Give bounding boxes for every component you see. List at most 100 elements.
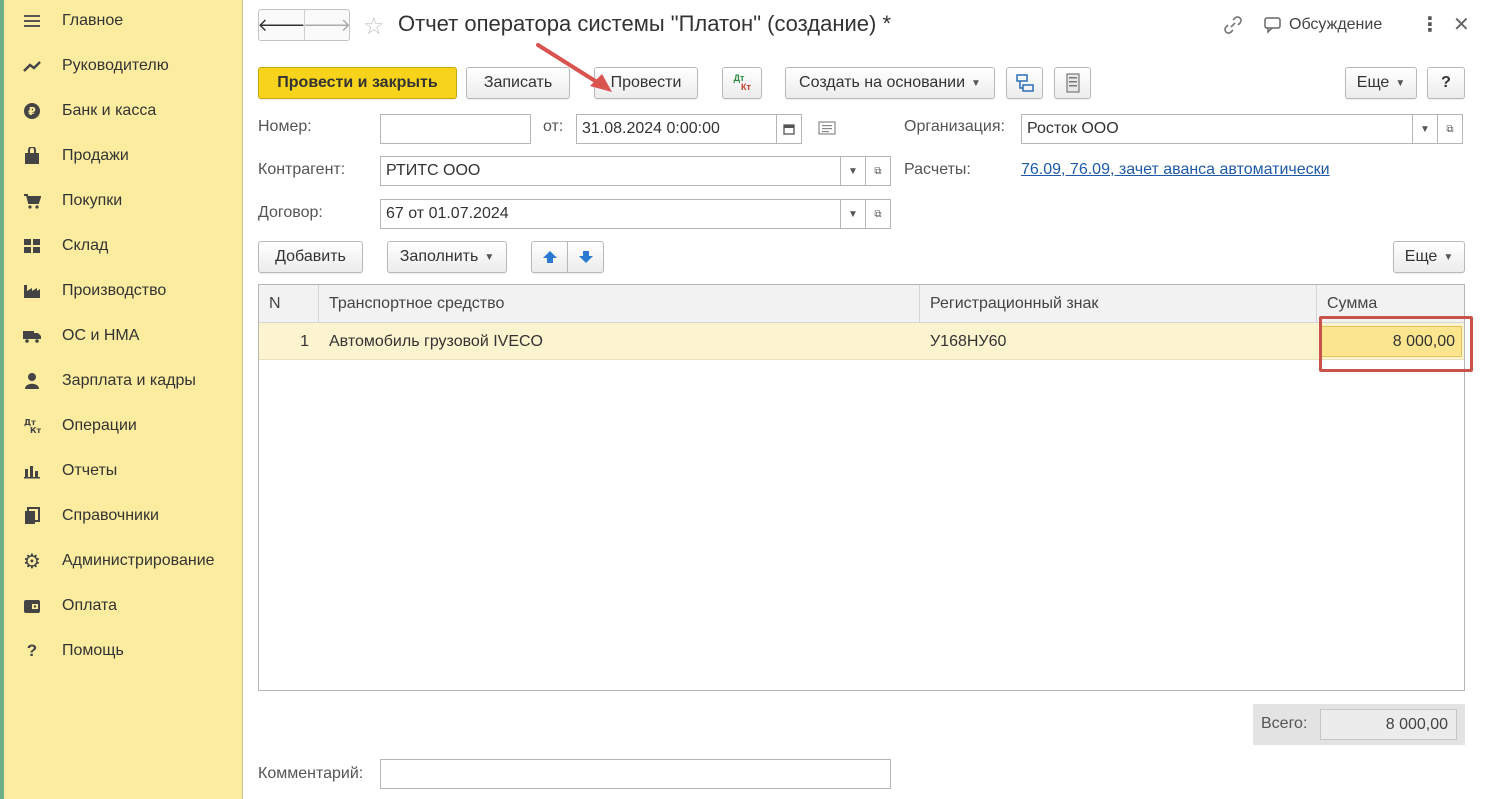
open-form-icon[interactable]: ⧉ (866, 199, 891, 229)
fill-button[interactable]: Заполнить ▼ (387, 241, 507, 273)
total-panel: Всего: 8 000,00 (1253, 704, 1465, 745)
gear-icon: ⚙ (23, 550, 41, 573)
open-form-icon[interactable]: ⧉ (866, 156, 891, 186)
chevron-down-icon: ▼ (1443, 251, 1454, 263)
discussion-button[interactable]: Обсуждение (1263, 14, 1382, 36)
vehicles-table[interactable]: N Транспортное средство Регистрационный … (258, 284, 1465, 691)
open-form-icon[interactable]: ⧉ (1438, 114, 1463, 144)
sidebar-item-label: Справочники (62, 507, 159, 524)
history-navigation: 🡐 🡒 (257, 9, 351, 41)
arrow-up-icon (542, 251, 557, 263)
chevron-down-icon: ▼ (484, 251, 495, 263)
sidebar-item-payment[interactable]: Оплата (4, 586, 242, 626)
move-down-button[interactable] (567, 241, 604, 273)
back-arrow-icon[interactable]: 🡐 (257, 10, 305, 40)
structure-icon (1015, 74, 1034, 92)
organization-input[interactable]: Росток ООО (1021, 114, 1413, 144)
wallet-icon (22, 596, 42, 616)
post-and-close-button[interactable]: Провести и закрыть (258, 67, 457, 99)
add-row-button[interactable]: Добавить (258, 241, 363, 273)
svg-text:₽: ₽ (28, 105, 36, 118)
chevron-down-icon[interactable]: ▼ (841, 199, 866, 229)
sidebar-item-fixed-assets[interactable]: ОС и НМА (4, 316, 242, 356)
column-header-n[interactable]: N (259, 285, 319, 323)
sidebar-item-production[interactable]: Производство (4, 271, 242, 311)
more-button[interactable]: Еще ▼ (1345, 67, 1417, 99)
more-label: Еще (1404, 248, 1438, 265)
sidebar-item-label: Покупки (62, 192, 123, 209)
discussion-icon (1264, 17, 1281, 34)
table-header: N Транспортное средство Регистрационный … (259, 285, 1464, 323)
sidebar-item-label: Зарплата и кадры (62, 372, 196, 389)
trend-icon (22, 56, 42, 76)
sidebar-item-label: Помощь (62, 642, 124, 659)
bag-icon (22, 146, 42, 166)
column-header-vehicle[interactable]: Транспортное средство (319, 285, 920, 323)
create-based-on-button[interactable]: Создать на основании ▼ (785, 67, 995, 99)
number-input[interactable] (380, 114, 531, 144)
sidebar-item-main[interactable]: Главное (4, 1, 242, 41)
notes-icon[interactable] (818, 121, 836, 139)
sidebar-item-sales[interactable]: Продажи (4, 136, 242, 176)
dt-kt-button[interactable]: Дт Кт (722, 67, 762, 99)
cell-vehicle[interactable]: Автомобиль грузовой IVECO (319, 323, 920, 360)
svg-text:Кт: Кт (30, 426, 41, 435)
structure-button[interactable] (1006, 67, 1043, 99)
person-icon (22, 371, 42, 391)
contract-input[interactable]: 67 от 01.07.2024 (380, 199, 841, 229)
sidebar-item-label: Оплата (62, 597, 118, 614)
cell-reg-number[interactable]: У168НУ60 (920, 323, 1317, 360)
forward-arrow-icon[interactable]: 🡒 (303, 10, 351, 40)
sidebar-item-administration[interactable]: ⚙ Администрирование (4, 541, 242, 581)
close-icon[interactable]: ✕ (1453, 12, 1470, 37)
sidebar-item-reports[interactable]: Отчеты (4, 451, 242, 491)
cell-n: 1 (300, 332, 309, 350)
chevron-down-icon: ▼ (971, 77, 981, 89)
factory-icon (22, 281, 42, 301)
sidebar-item-label: Администрирование (62, 552, 215, 569)
sidebar-item-help[interactable]: ? Помощь (4, 631, 242, 671)
sidebar-item-directories[interactable]: Справочники (4, 496, 242, 536)
sidebar-item-manager[interactable]: Руководителю (4, 46, 242, 86)
settlements-label: Расчеты: (904, 161, 971, 178)
bar-chart-icon (22, 461, 42, 481)
total-label: Всего: (1261, 715, 1308, 732)
warehouse-icon (22, 236, 42, 256)
number-label: Номер: (258, 118, 312, 135)
sidebar-item-operations[interactable]: Дт Кт Операции (4, 406, 242, 446)
page-title: Отчет оператора системы "Платон" (создан… (398, 11, 892, 36)
chevron-down-icon[interactable]: ▼ (841, 156, 866, 186)
ruble-icon: ₽ (22, 101, 42, 121)
table-row[interactable]: 1 Автомобиль грузовой IVECO У168НУ60 8 0… (259, 323, 1464, 360)
cart-icon (22, 191, 42, 211)
sidebar-item-bank[interactable]: ₽ Банк и касса (4, 91, 242, 131)
annotation-arrow (536, 43, 612, 92)
sidebar-item-purchases[interactable]: Покупки (4, 181, 242, 221)
table-more-button[interactable]: Еще ▼ (1393, 241, 1465, 273)
organization-label: Организация: (904, 118, 1005, 135)
question-icon: ? (26, 641, 38, 660)
kt-label: Кт (741, 82, 751, 92)
sidebar-item-label: Руководителю (62, 57, 169, 74)
date-label: от: (543, 118, 564, 135)
sidebar-item-salary[interactable]: Зарплата и кадры (4, 361, 242, 401)
favorite-star-icon[interactable]: ☆ (363, 12, 385, 41)
comment-input[interactable] (380, 759, 891, 789)
link-icon[interactable] (1222, 14, 1244, 40)
sidebar-item-label: Отчеты (62, 462, 118, 479)
sidebar-item-warehouse[interactable]: Склад (4, 226, 242, 266)
more-vertical-icon[interactable]: ⋮ (1420, 12, 1440, 37)
help-button[interactable]: ? (1427, 67, 1465, 99)
date-input[interactable]: 31.08.2024 0:00:00 (576, 114, 777, 144)
chevron-down-icon: ▼ (1395, 77, 1406, 89)
column-header-reg-number[interactable]: Регистрационный знак (920, 285, 1317, 323)
fill-label: Заполнить (399, 248, 479, 265)
chevron-down-icon[interactable]: ▼ (1413, 114, 1438, 144)
sidebar-item-label: Банк и касса (62, 102, 157, 119)
calendar-icon[interactable] (777, 114, 802, 144)
print-button[interactable] (1054, 67, 1091, 99)
counterparty-input[interactable]: РТИТС ООО (380, 156, 841, 186)
settlements-link[interactable]: 76.09, 76.09, зачет аванса автоматически (1021, 161, 1330, 179)
move-up-button[interactable] (531, 241, 568, 273)
more-label: Еще (1356, 74, 1390, 91)
